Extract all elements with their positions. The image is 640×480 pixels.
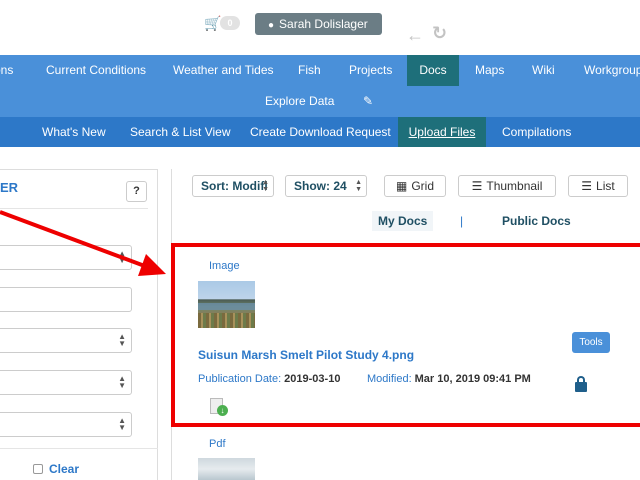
page: 🛒 0 ●Sarah Dolislager ← ↻ ons Current Co… bbox=[0, 0, 640, 480]
annotation-arrow-head bbox=[138, 254, 166, 276]
annotation-arrow bbox=[0, 210, 166, 276]
annotation-arrow-line bbox=[0, 210, 151, 270]
